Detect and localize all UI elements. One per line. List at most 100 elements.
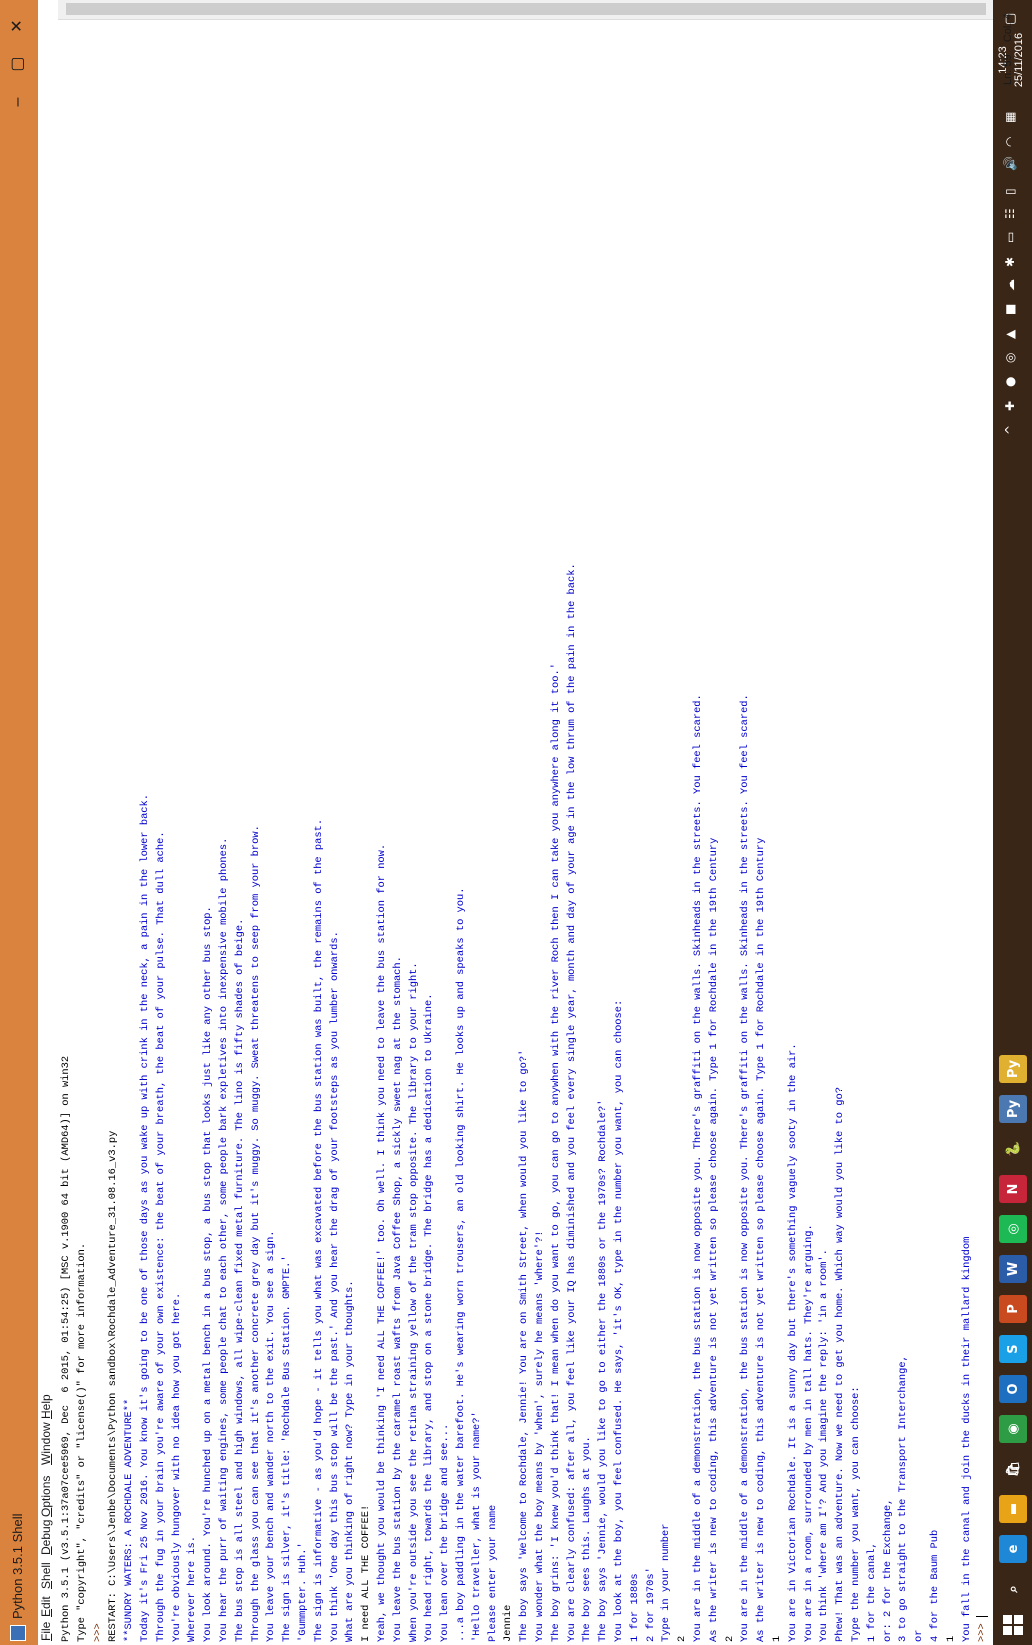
menu-label-rest: ptions [39, 1475, 53, 1508]
network-share-icon[interactable]: ✚ [1003, 401, 1017, 411]
windows-start-icon[interactable] [1003, 1615, 1023, 1635]
menu-mnemonic: S [39, 1580, 53, 1589]
display-icon[interactable]: ▭ [1003, 232, 1017, 243]
close-button[interactable]: ✕ [6, 13, 30, 39]
green-app-icon[interactable]: ● [1003, 377, 1017, 387]
outlook-icon[interactable]: O [999, 1375, 1027, 1403]
menu-edit[interactable]: Edit [39, 1596, 53, 1617]
shell-line: You look at the boy, you feel confused. … [613, 999, 625, 1642]
shell-line: You are in the middle of a demonstration… [739, 694, 752, 1642]
bluetooth-icon[interactable]: ✱ [1003, 257, 1017, 267]
chrome-icon[interactable]: ◉ [999, 1415, 1027, 1443]
shell-line: RESTART: C:\Users\Jenbe\Documents\Python… [107, 1130, 120, 1642]
spotify-tray-icon[interactable]: ◎ [1003, 353, 1017, 363]
shell-line: Type "copyright", "credits" or "license(… [75, 1242, 88, 1642]
store-icon[interactable]: 🛍 [999, 1455, 1027, 1483]
shell-line: You hear the purr of waiting engines, so… [218, 837, 230, 1642]
file-explorer-icon[interactable]: ▬ [999, 1495, 1027, 1523]
title-bar[interactable]: Python 3.5.1 Shell – ▢ ✕ [0, 0, 38, 1645]
shell-line: The bus stop is all steel and high windo… [233, 918, 246, 1642]
skype-icon[interactable]: S [999, 1335, 1027, 1363]
shell-line: 'Hello traveller, what is your name?' [470, 1411, 483, 1642]
shell-line: You leave your bench and wander north to… [265, 1230, 278, 1642]
menu-mnemonic: D [39, 1546, 53, 1555]
status-line: Ln: 59 [1002, 54, 1014, 85]
shell-prompt: >>> [91, 1617, 104, 1642]
battery-icon[interactable]: ▯ [1003, 188, 1017, 195]
cloud-icon[interactable]: ☁ [1003, 279, 1017, 291]
menu-options[interactable]: Options [39, 1476, 53, 1517]
python-logo-icon [10, 1625, 26, 1641]
powerpoint-icon[interactable]: P [999, 1295, 1027, 1323]
scrollbar-thumb[interactable] [66, 3, 986, 15]
menu-bar: File Edit Shell Debug Options Window Help [38, 0, 56, 1645]
shell-line: Jennie [502, 1604, 515, 1642]
minimize-button[interactable]: – [6, 89, 30, 115]
shell-line: or [913, 1629, 926, 1642]
word-icon[interactable]: W [999, 1255, 1027, 1283]
shell-line: Type the number you want, you can choose… [850, 1386, 862, 1642]
shell-prompt: >>> [976, 1617, 989, 1642]
menu-mnemonic: O [39, 1507, 53, 1517]
edge-icon[interactable]: e [999, 1535, 1027, 1563]
shell-line: 2 for 1970s' [644, 1567, 657, 1642]
shell-line: The boy says 'Welcome to Rochdale, Jenni… [518, 1049, 531, 1642]
menu-window[interactable]: Window [39, 1422, 53, 1465]
idle-shell-window: Python 3.5.1 Shell – ▢ ✕ File Edit Shell De… [0, 0, 1032, 1645]
status-col: Col: 4 [1002, 13, 1014, 43]
shell-line: Wherever here is. [186, 1535, 199, 1642]
shell-line: You are in Victorian Rochdale. It is a s… [786, 1043, 799, 1642]
window-title: Python 3.5.1 Shell [10, 1513, 25, 1619]
menu-mnemonic: H [39, 1410, 53, 1419]
shell-line: 2 [723, 1635, 736, 1642]
chevron-up-icon[interactable]: ^ [1003, 425, 1017, 435]
text-cursor [976, 1616, 989, 1617]
menu-label-rest: hell [39, 1562, 53, 1581]
menu-debug[interactable]: Debug [39, 1520, 53, 1555]
shell-line: Today it's Fri 25 Nov 2016. You know it'… [139, 793, 151, 1642]
shell-text-area[interactable]: Python 3.5.1 (v3.5.1:37a07cee5969, Dec 6… [58, 20, 993, 1645]
people-icon[interactable]: ☷ [1003, 208, 1017, 219]
menu-shell[interactable]: Shell [39, 1562, 53, 1589]
vlc-icon[interactable]: ▲ [1003, 330, 1017, 339]
onenote-icon[interactable]: N [999, 1175, 1027, 1203]
menu-file[interactable]: File [39, 1622, 53, 1641]
spotify-icon[interactable]: ◎ [999, 1215, 1027, 1243]
menu-label-rest: ile [39, 1621, 53, 1634]
orange-app-icon[interactable]: ■ [1003, 304, 1017, 315]
shell-line: 2 [676, 1635, 689, 1642]
search-icon[interactable]: ⌕ [999, 1575, 1027, 1603]
shell-line: The sign is silver, it's title: 'Rochdal… [281, 1255, 294, 1642]
shell-line: You think 'where am I'? And you imagine … [818, 1249, 831, 1642]
shell-line: The boy sees this. Laughs at you. [581, 1436, 594, 1642]
volume-icon[interactable]: 🔊 [1003, 156, 1017, 171]
shell-line: You lean over the bridge and see... [439, 1423, 452, 1642]
shell-line: Through the glass you can see that it's … [249, 825, 262, 1642]
shell-line: What are you thinking of right now? Type… [344, 1280, 357, 1642]
shell-line: You're obviously hungover with no idea h… [170, 1292, 183, 1642]
status-bar: Ln: 59 Col: 4 [1002, 13, 1014, 85]
maximize-button[interactable]: ▢ [6, 51, 30, 77]
shell-line: I need ALL THE COFFEE! [360, 1504, 373, 1642]
shell-line: Phew! That was an adventure. Now we need… [834, 1087, 847, 1642]
idle-editor-icon[interactable]: Py [999, 1055, 1027, 1083]
menu-mnemonic: E [39, 1608, 53, 1617]
shell-line: Through the fug in your brain you're awa… [154, 831, 167, 1642]
idle-shell-icon[interactable]: Py [999, 1095, 1027, 1123]
wifi-icon[interactable]: ◠ [1003, 137, 1017, 147]
shell-line: The boy grins: 'I knew you'd think that!… [549, 663, 562, 1642]
shell-line: You wonder what the boy means by 'when',… [534, 1230, 546, 1642]
shell-line: You are in a room, surrounded by men in … [802, 1224, 815, 1642]
shell-line: 1 for 1880s [628, 1573, 641, 1642]
menu-mnemonic: W [39, 1453, 53, 1465]
vertical-scrollbar[interactable] [58, 0, 993, 20]
shell-line: Please enter your name [486, 1504, 499, 1642]
keyboard-icon[interactable]: ▦ [1003, 112, 1017, 123]
shell-line: 3 to go straight to the Transport Interc… [897, 1355, 910, 1642]
menu-label-rest: dit [39, 1596, 53, 1609]
menu-help[interactable]: Help [39, 1394, 53, 1419]
python-icon[interactable]: 🐍 [999, 1135, 1027, 1163]
menu-label-rest: ebug [39, 1519, 53, 1547]
shell-line: You fall in the canal and join the ducks… [960, 1236, 973, 1642]
shell-line: As the writer is new to coding, this adv… [707, 837, 720, 1642]
